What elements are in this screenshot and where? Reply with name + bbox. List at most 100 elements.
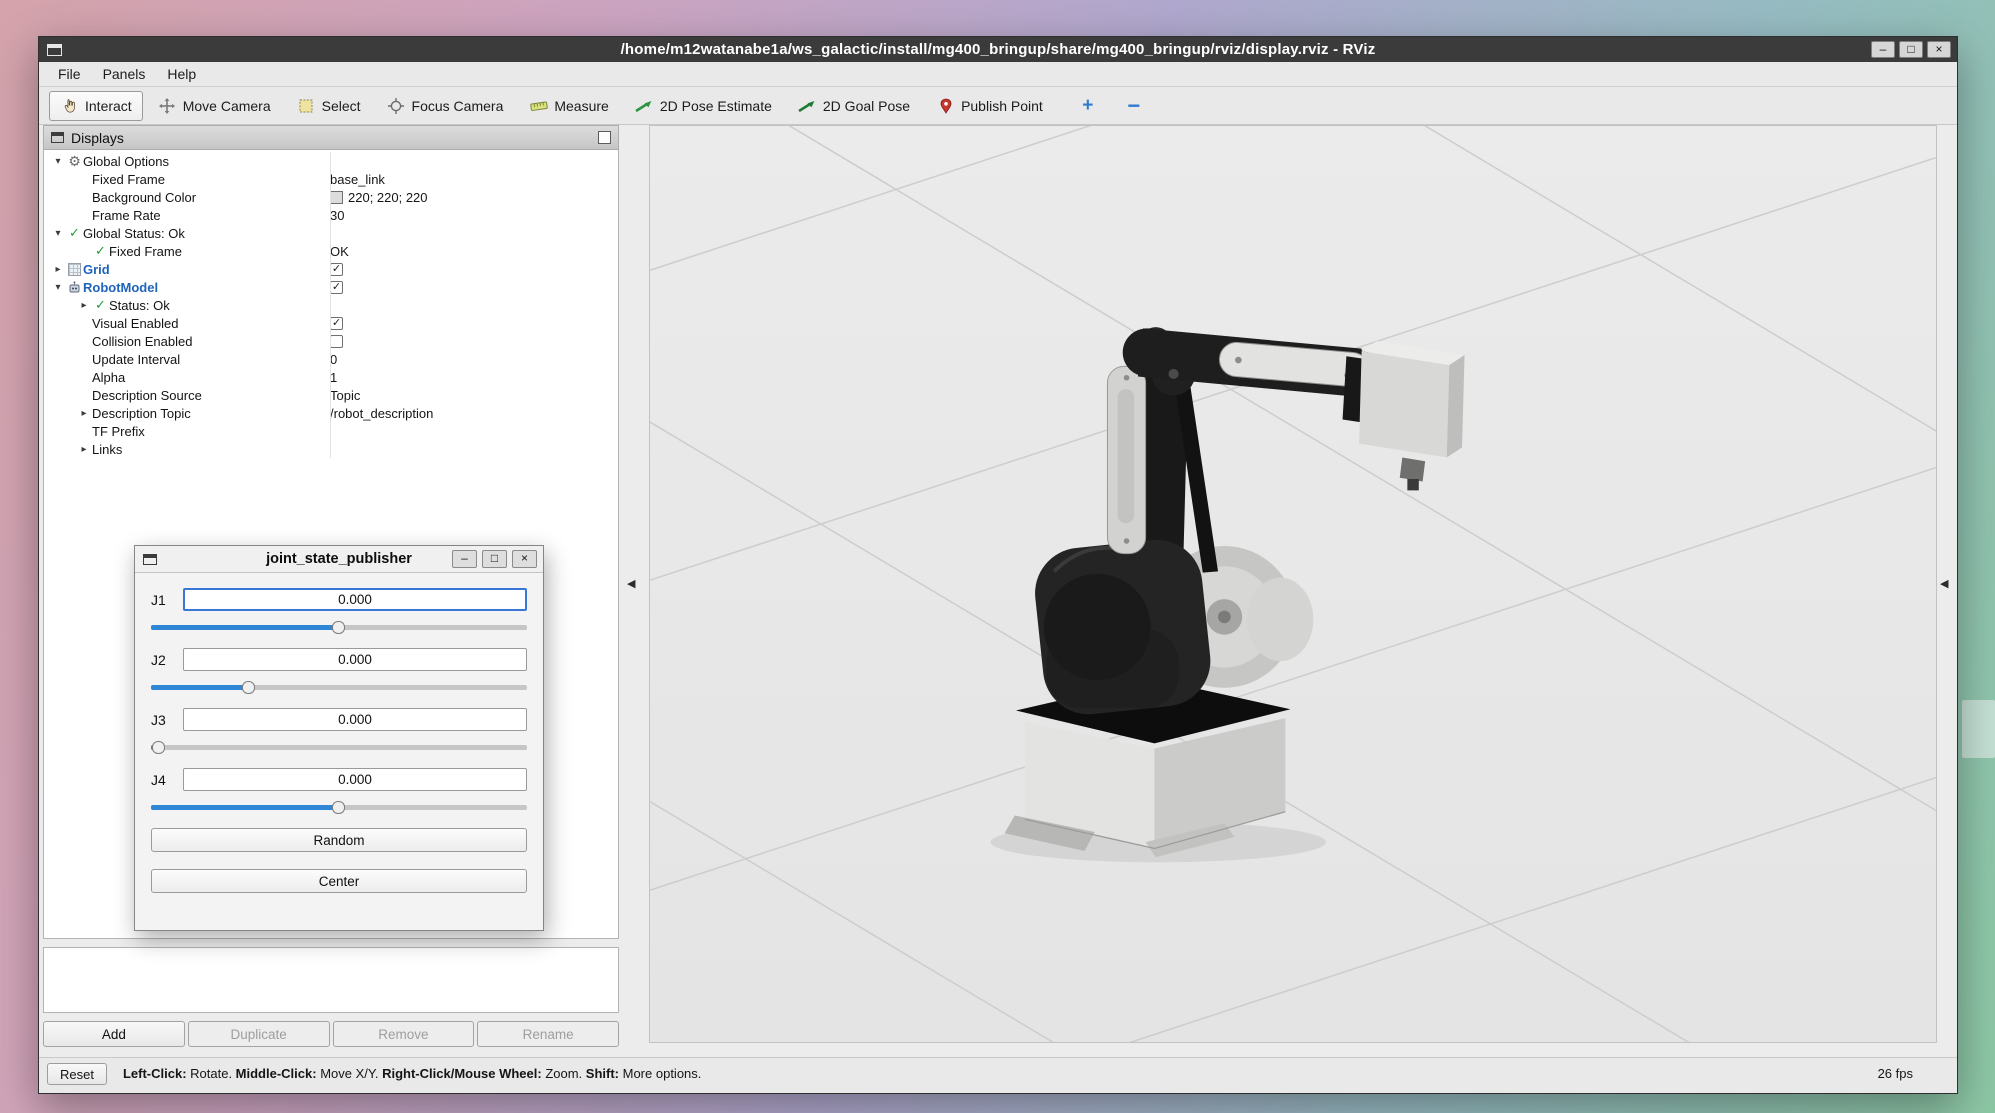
window-titlebar[interactable]: /home/m12watanabe1a/ws_galactic/install/… <box>39 37 1957 62</box>
expander-expanded-icon[interactable]: ▾ <box>50 156 66 167</box>
checkbox-checked-icon[interactable]: ✓ <box>330 281 343 294</box>
slider-handle[interactable] <box>332 801 345 814</box>
splitter-collapse-right[interactable]: ◀ <box>1940 577 1948 590</box>
checkbox-unchecked-icon[interactable] <box>330 335 343 348</box>
menu-item-file[interactable]: File <box>47 63 92 85</box>
reset-button[interactable]: Reset <box>47 1063 107 1085</box>
joint-slider[interactable] <box>151 680 527 695</box>
joint-value-field[interactable]: 0.000 <box>183 588 527 611</box>
tree-row-fixed-frame[interactable]: Fixed Framebase_link <box>44 170 618 188</box>
joint-rows: J10.000J20.000J30.000J40.000 <box>151 588 527 815</box>
dialog-buttons: Random Center <box>151 828 527 893</box>
displays-panel-header[interactable]: Displays <box>43 125 619 150</box>
dialog-maximize-button[interactable]: □ <box>482 550 507 568</box>
joint-value-field[interactable]: 0.000 <box>183 648 527 671</box>
expander-collapsed-icon[interactable]: ▸ <box>50 264 66 275</box>
tree-value: ✓ <box>330 278 343 296</box>
dialog-titlebar[interactable]: joint_state_publisher – □ × <box>135 546 543 573</box>
goal-pose-icon <box>798 97 817 115</box>
panel-float-button[interactable] <box>598 131 611 144</box>
remove-tool-button[interactable]: − <box>1120 93 1148 119</box>
joint-label: J3 <box>151 712 173 728</box>
expander-collapsed-icon[interactable]: ▸ <box>76 300 92 311</box>
tree-row-grid[interactable]: ▸Grid✓ <box>44 260 618 278</box>
add-button[interactable]: Add <box>43 1021 185 1047</box>
tree-label: Fixed Frame <box>109 244 182 259</box>
robot-model-icon <box>66 280 83 295</box>
joint-slider[interactable] <box>151 740 527 755</box>
maximize-button[interactable]: □ <box>1899 41 1923 58</box>
ok-check-icon: ✓ <box>66 225 83 241</box>
close-button[interactable]: × <box>1927 41 1951 58</box>
tree-value: 30 <box>330 206 344 224</box>
tree-row-alpha[interactable]: Alpha1 <box>44 368 618 386</box>
center-button[interactable]: Center <box>151 869 527 893</box>
tree-row-fixed-frame[interactable]: ✓Fixed FrameOK <box>44 242 618 260</box>
viewport-3d[interactable] <box>649 125 1937 1043</box>
measure-icon <box>529 97 548 115</box>
tree-label: Description Source <box>92 388 202 403</box>
help-segment: Rotate. <box>187 1066 236 1081</box>
joint-slider[interactable] <box>151 800 527 815</box>
indent-spacer <box>50 341 76 342</box>
indent-spacer <box>50 431 76 432</box>
tree-row-background-color[interactable]: Background Color220; 220; 220 <box>44 188 618 206</box>
tool-label: 2D Pose Estimate <box>660 98 772 114</box>
tree-label: TF Prefix <box>92 424 145 439</box>
tree-row-tf-prefix[interactable]: TF Prefix <box>44 422 618 440</box>
slider-handle[interactable] <box>152 741 165 754</box>
joint-slider[interactable] <box>151 620 527 635</box>
indent-spacer <box>50 305 76 306</box>
tree-row-update-interval[interactable]: Update Interval0 <box>44 350 618 368</box>
tree-label: Background Color <box>92 190 196 205</box>
tree-row-global-options[interactable]: ▾⚙Global Options <box>44 152 618 170</box>
checkbox-checked-icon[interactable]: ✓ <box>330 317 343 330</box>
tool-move-camera[interactable]: Move Camera <box>147 91 282 121</box>
indent-spacer <box>50 395 76 396</box>
tool-label: Interact <box>85 98 132 114</box>
tree-row-visual-enabled[interactable]: Visual Enabled✓ <box>44 314 618 332</box>
joint-value-field[interactable]: 0.000 <box>183 708 527 731</box>
dialog-body: J10.000J20.000J30.000J40.000 RandomCente… <box>135 573 543 930</box>
expander-collapsed-icon[interactable]: ▸ <box>76 408 92 419</box>
menu-item-help[interactable]: Help <box>156 63 207 85</box>
tree-row-robotmodel[interactable]: ▾ RobotModel ✓ <box>44 278 618 296</box>
tree-row-frame-rate[interactable]: Frame Rate30 <box>44 206 618 224</box>
tree-row-description-topic[interactable]: ▸Description Topic/robot_description <box>44 404 618 422</box>
add-tool-button[interactable]: + <box>1074 93 1102 119</box>
slider-handle[interactable] <box>242 681 255 694</box>
joint-value-field[interactable]: 0.000 <box>183 768 527 791</box>
splitter-collapse-left[interactable]: ◀ <box>627 577 635 590</box>
expander-expanded-icon[interactable]: ▾ <box>50 282 66 293</box>
tool-2d-goal-pose[interactable]: 2D Goal Pose <box>787 91 921 121</box>
tool-select[interactable]: Select <box>286 91 372 121</box>
statusbar-help: Left-Click: Rotate. Middle-Click: Move X… <box>123 1063 701 1085</box>
value-text: base_link <box>330 172 385 187</box>
menu-item-panels[interactable]: Panels <box>92 63 157 85</box>
tree-row-collision-enabled[interactable]: Collision Enabled <box>44 332 618 350</box>
grid-display-icon <box>66 263 83 276</box>
tree-row-status-ok[interactable]: ▸✓Status: Ok <box>44 296 618 314</box>
desktop: { "window": { "title": "/home/m12watanab… <box>0 0 1995 1113</box>
tool-measure[interactable]: Measure <box>518 91 619 121</box>
dialog-close-button[interactable]: × <box>512 550 537 568</box>
joint-label: J1 <box>151 592 173 608</box>
tree-label: RobotModel <box>83 280 158 295</box>
checkbox-checked-icon[interactable]: ✓ <box>330 263 343 276</box>
tree-row-global-status-ok[interactable]: ▾✓Global Status: Ok <box>44 224 618 242</box>
tool-2d-pose-estimate[interactable]: 2D Pose Estimate <box>624 91 783 121</box>
expander-collapsed-icon[interactable]: ▸ <box>76 444 92 455</box>
value-text: 0 <box>330 352 337 367</box>
minimize-button[interactable]: – <box>1871 41 1895 58</box>
tool-focus-camera[interactable]: Focus Camera <box>376 91 515 121</box>
tool-publish-point[interactable]: Publish Point <box>925 91 1054 121</box>
tool-interact[interactable]: Interact <box>49 91 143 121</box>
joint-group-j4: J40.000 <box>151 768 527 815</box>
tree-row-description-source[interactable]: Description SourceTopic <box>44 386 618 404</box>
dialog-minimize-button[interactable]: – <box>452 550 477 568</box>
random-button[interactable]: Random <box>151 828 527 852</box>
help-segment: Move X/Y. <box>317 1066 383 1081</box>
expander-expanded-icon[interactable]: ▾ <box>50 228 66 239</box>
slider-handle[interactable] <box>332 621 345 634</box>
tree-row-links[interactable]: ▸Links <box>44 440 618 458</box>
